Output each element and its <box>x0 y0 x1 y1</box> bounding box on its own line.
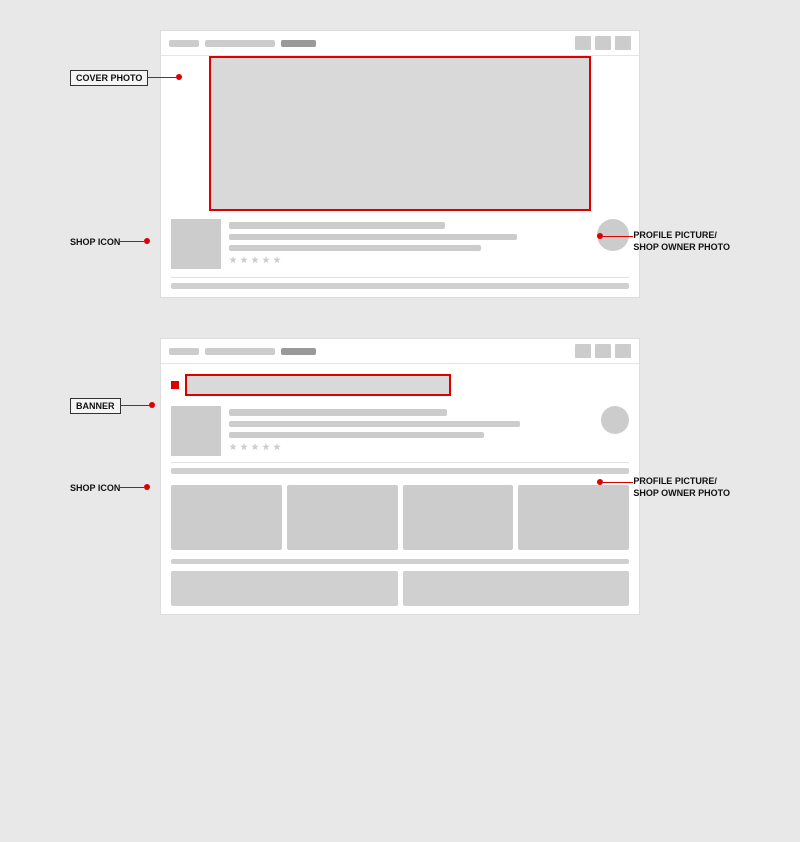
star-9 <box>262 443 270 451</box>
shop-icon-box-1 <box>171 219 221 269</box>
info-line-title-1 <box>229 222 445 229</box>
chrome-sub-4 <box>624 44 631 50</box>
nav-divider-2 <box>171 462 629 463</box>
chrome-block-1 <box>575 36 591 50</box>
chrome-bar-1 <box>169 40 199 47</box>
star-6 <box>229 443 237 451</box>
star-4 <box>262 256 270 264</box>
chrome-top-2 <box>161 339 639 364</box>
chrome-bar-4 <box>169 348 199 355</box>
cover-photo-line <box>148 77 176 78</box>
star-2 <box>240 256 248 264</box>
product-thumb-4 <box>518 485 629 550</box>
banner-label: BANNER <box>70 398 121 414</box>
section1-wrapper: COVER PHOTO PROFILE PICTURE/SHOP OWNER P… <box>70 20 730 298</box>
nav-divider-1 <box>171 277 629 278</box>
chrome-block-5 <box>595 344 611 358</box>
bottom-block-1 <box>171 571 398 606</box>
profile-picture-2 <box>601 406 629 434</box>
product-thumb-3 <box>403 485 514 550</box>
chrome-right-1 <box>575 36 631 50</box>
chrome-sub-6 <box>624 344 631 350</box>
shop-icon-line-2 <box>120 487 144 488</box>
profile-line-1 <box>603 236 633 237</box>
shop-info-1 <box>229 219 589 264</box>
shop-icon-label-2: SHOP ICON <box>70 483 120 493</box>
shop-icon-dot-2 <box>144 484 150 490</box>
bottom-row <box>161 567 639 614</box>
star-10 <box>273 443 281 451</box>
shop-icon-label-1: SHOP ICON <box>70 237 120 247</box>
banner-box <box>185 374 451 396</box>
info-line-1 <box>229 234 517 240</box>
shop-info-2 <box>229 406 593 451</box>
info-line-title-2 <box>229 409 447 416</box>
info-line-4 <box>229 432 484 438</box>
star-5 <box>273 256 281 264</box>
page-mock-1 <box>160 30 640 298</box>
chrome-block-3 <box>615 36 631 50</box>
chrome-sub-3 <box>615 44 622 50</box>
shop-icon-annotation-2: SHOP ICON <box>70 478 120 496</box>
star-8 <box>251 443 259 451</box>
product-thumb-1 <box>171 485 282 550</box>
banner-dot <box>149 402 155 408</box>
bottom-block-2 <box>403 571 630 606</box>
banner-annotation: BANNER <box>70 396 121 414</box>
shop-icon-line-1 <box>120 241 144 242</box>
star-3 <box>251 256 259 264</box>
chrome-sub-5 <box>615 344 622 350</box>
chrome-block-6 <box>615 344 631 358</box>
cover-photo-container <box>161 56 639 211</box>
star-1 <box>229 256 237 264</box>
product-grid-2 <box>161 480 639 555</box>
bottom-line-1 <box>171 559 629 564</box>
chrome-bar-2 <box>205 40 275 47</box>
shop-icon-box-2 <box>171 406 221 456</box>
product-thumb-2 <box>287 485 398 550</box>
profile-label-2: PROFILE PICTURE/SHOP OWNER PHOTO <box>633 476 730 498</box>
chrome-sub-1 <box>615 36 622 42</box>
nav-bar-2 <box>171 468 629 474</box>
banner-dot-indicator <box>171 381 179 389</box>
chrome-sub-7 <box>615 352 622 358</box>
nav-bar-1 <box>171 283 629 289</box>
star-7 <box>240 443 248 451</box>
stars-row-1 <box>229 256 589 264</box>
chrome-block-4 <box>575 344 591 358</box>
chrome-sub-2 <box>624 36 631 42</box>
stars-row-2 <box>229 443 593 451</box>
profile-label-1: PROFILE PICTURE/SHOP OWNER PHOTO <box>633 230 730 252</box>
cover-photo-box <box>209 56 591 211</box>
chrome-top-1 <box>161 31 639 56</box>
info-line-2 <box>229 245 481 251</box>
cover-photo-annotation: COVER PHOTO <box>70 68 148 86</box>
banner-container <box>161 364 639 400</box>
banner-row <box>171 374 629 396</box>
profile-section-2 <box>161 400 639 462</box>
shop-icon-dot-1 <box>144 238 150 244</box>
chrome-sub-8 <box>624 352 631 358</box>
cover-photo-label: COVER PHOTO <box>70 70 148 86</box>
chrome-bar-3 <box>281 40 316 47</box>
chrome-bar-6 <box>281 348 316 355</box>
chrome-right-2 <box>575 344 631 358</box>
banner-line <box>121 405 149 406</box>
profile-annotation-2: PROFILE PICTURE/SHOP OWNER PHOTO <box>633 476 730 499</box>
profile-section-1 <box>161 211 639 277</box>
section2-wrapper: BANNER PROFILE PICTURE/SHOP OWNER PHOTO … <box>70 328 730 615</box>
chrome-bar-5 <box>205 348 275 355</box>
page-mock-2 <box>160 338 640 615</box>
profile-line-2 <box>603 482 633 483</box>
shop-icon-annotation-1: SHOP ICON <box>70 232 120 250</box>
profile-annotation-1: PROFILE PICTURE/SHOP OWNER PHOTO <box>633 230 730 253</box>
info-line-3 <box>229 421 520 427</box>
chrome-block-2 <box>595 36 611 50</box>
